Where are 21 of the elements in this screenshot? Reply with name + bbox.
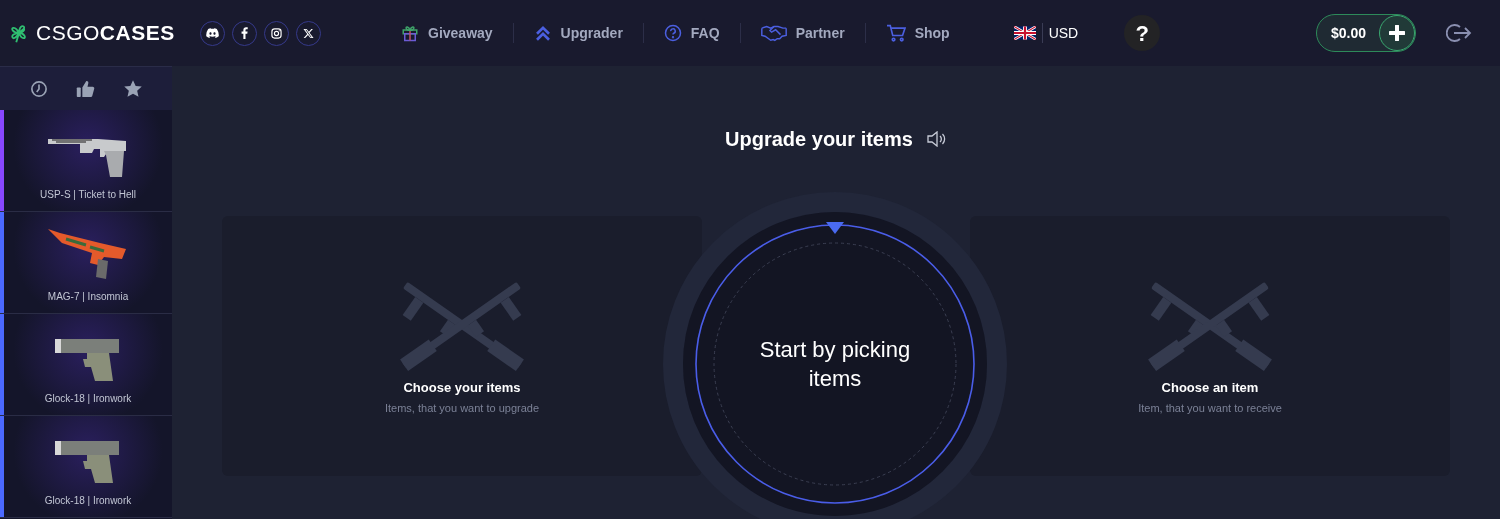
nav-link[interactable]: Giveaway	[401, 22, 493, 44]
nav-link[interactable]: Shop	[885, 22, 950, 44]
currency-selector[interactable]: USD	[1048, 22, 1079, 44]
nav-link[interactable]: Partner	[760, 22, 845, 44]
help-button[interactable]: ?	[1124, 15, 1161, 51]
panel-title: Choose your items	[403, 378, 521, 397]
site-logo[interactable]: CSGOCASES	[36, 17, 175, 49]
item-slot-panel[interactable]: Choose an item Item, that you want to receive	[970, 216, 1450, 476]
panel-subtitle: Item, that you want to receive	[1138, 401, 1282, 416]
nav-link[interactable]: FAQ	[663, 22, 720, 44]
panel-title: Choose an item	[1161, 378, 1259, 397]
balance-amount: $0.00	[1331, 23, 1367, 43]
panel-subtitle: Items, that you want to upgrade	[384, 401, 540, 416]
item-slot-panel[interactable]: Choose your items Items, that you want to upgrade	[222, 216, 702, 476]
drop-name: Glock-18 | Ironwork	[44, 494, 132, 508]
page-title: Upgrade your items	[725, 127, 913, 152]
nav-link[interactable]: Upgrader	[533, 22, 623, 44]
drop-name: Glock-18 | Ironwork	[44, 392, 132, 406]
drop-name: USP-S | Ticket to Hell	[40, 188, 136, 202]
drop-name: MAG-7 | Insomnia	[47, 290, 129, 304]
wheel-prompt: Start by picking items	[758, 336, 912, 393]
